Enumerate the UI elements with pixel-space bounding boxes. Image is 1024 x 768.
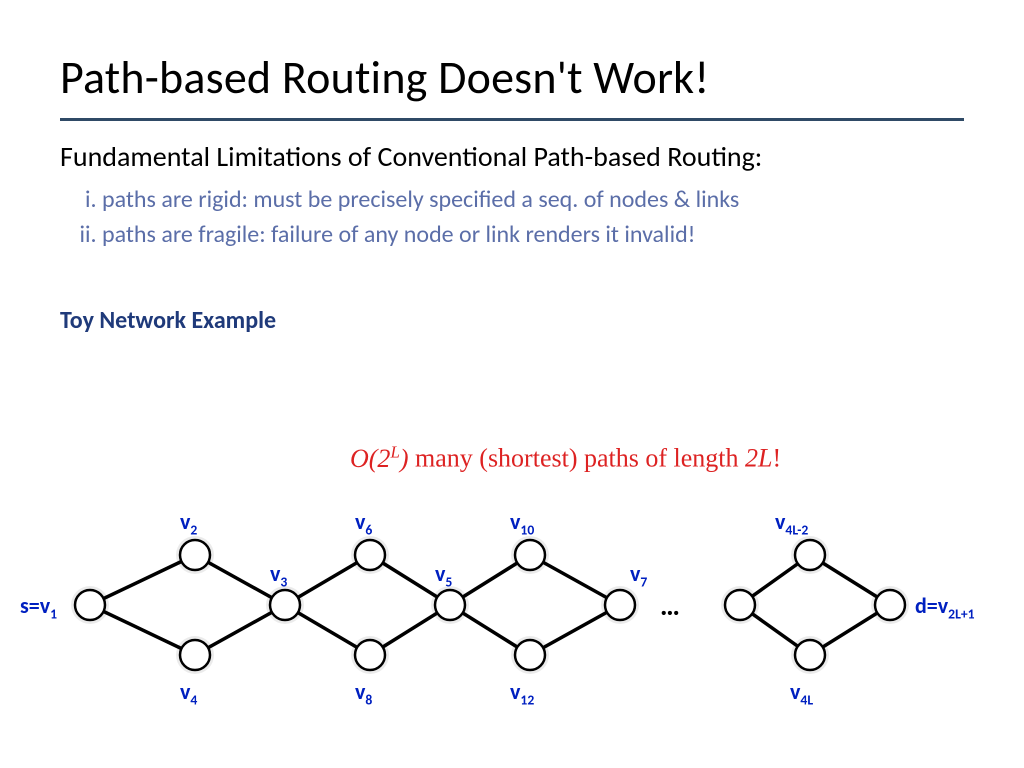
toy-heading: Toy Network Example <box>60 306 964 335</box>
label-v7: v7 <box>630 560 647 590</box>
node-v10 <box>515 540 545 570</box>
node-gL <box>725 590 755 620</box>
node-v4 <box>180 640 210 670</box>
label-v4L: v4L <box>790 678 813 708</box>
node-v12 <box>515 640 545 670</box>
label-v10: v10 <box>510 508 534 538</box>
complexity-note: O(2L) many (shortest) paths of length 2L… <box>350 442 781 474</box>
node-g4 <box>795 640 825 670</box>
label-v12: v12 <box>510 678 534 708</box>
node-v3 <box>270 590 300 620</box>
node-v7 <box>605 590 635 620</box>
node-v2 <box>180 540 210 570</box>
node-v8 <box>355 640 385 670</box>
network-diagram: s=v1 v2 v4 v3 v6 v8 v5 v10 v12 v7 v4L-2 … <box>20 490 1004 720</box>
label-v2: v2 <box>180 508 197 538</box>
node-s <box>75 590 105 620</box>
label-v4Lm2: v4L-2 <box>775 508 808 538</box>
label-d: d=v2L+1 <box>915 592 975 622</box>
title-rule <box>60 118 964 121</box>
label-v6: v6 <box>355 508 372 538</box>
label-s: s=v1 <box>20 592 57 622</box>
bullet-i: paths are rigid: must be precisely speci… <box>102 184 964 215</box>
slide-title: Path-based Routing Doesn't Work! <box>60 50 964 106</box>
bullet-list: paths are rigid: must be precisely speci… <box>102 184 964 250</box>
node-d <box>875 590 905 620</box>
node-v6 <box>355 540 385 570</box>
bullet-ii: paths are fragile: failure of any node o… <box>102 219 964 250</box>
node-v5 <box>435 590 465 620</box>
node-g2 <box>795 540 825 570</box>
ellipsis: … <box>660 588 680 623</box>
label-v3: v3 <box>270 560 287 590</box>
slide-subtitle: Fundamental Limitations of Conventional … <box>60 139 964 174</box>
label-v8: v8 <box>355 678 372 708</box>
label-v4: v4 <box>180 678 197 708</box>
label-v5: v5 <box>435 560 452 590</box>
